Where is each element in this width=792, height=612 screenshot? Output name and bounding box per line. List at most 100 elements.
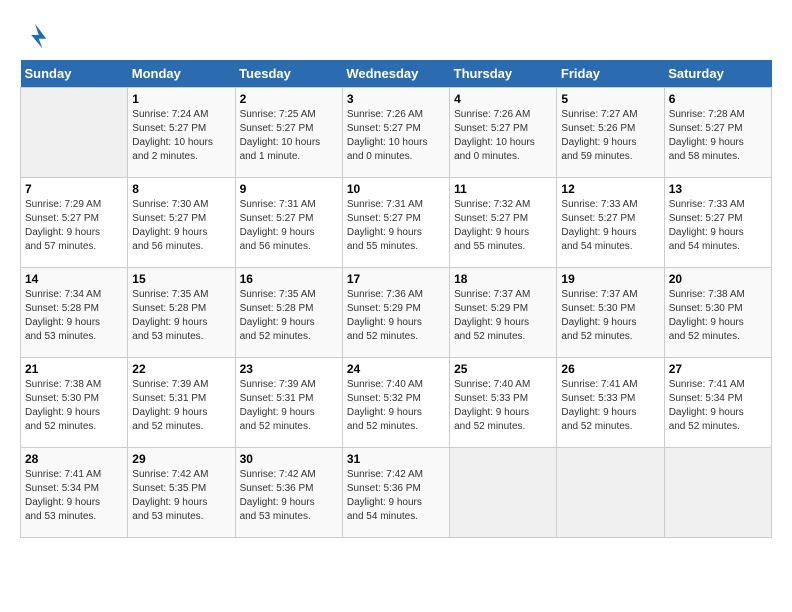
- weekday-header: Friday: [557, 60, 664, 88]
- day-info: Sunrise: 7:27 AM Sunset: 5:26 PM Dayligh…: [561, 108, 659, 164]
- day-info: Sunrise: 7:37 AM Sunset: 5:30 PM Dayligh…: [561, 288, 659, 344]
- day-number: 30: [240, 452, 338, 466]
- day-info: Sunrise: 7:40 AM Sunset: 5:33 PM Dayligh…: [454, 378, 552, 434]
- day-number: 22: [132, 362, 230, 376]
- calendar-week-row: 21 Sunrise: 7:38 AM Sunset: 5:30 PM Dayli…: [21, 358, 772, 448]
- day-info: Sunrise: 7:42 AM Sunset: 5:36 PM Dayligh…: [240, 468, 338, 524]
- day-info: Sunrise: 7:41 AM Sunset: 5:34 PM Dayligh…: [25, 468, 123, 524]
- day-number: 8: [132, 182, 230, 196]
- day-info: Sunrise: 7:31 AM Sunset: 5:27 PM Dayligh…: [347, 198, 445, 254]
- calendar-cell: 2Sunrise: 7:25 AM Sunset: 5:27 PM Daylig…: [235, 88, 342, 178]
- calendar-cell: 11 Sunrise: 7:32 AM Sunset: 5:27 PM Dayli…: [450, 178, 557, 268]
- day-number: 26: [561, 362, 659, 376]
- day-info: Sunrise: 7:39 AM Sunset: 5:31 PM Dayligh…: [132, 378, 230, 434]
- calendar-cell: 31 Sunrise: 7:42 AM Sunset: 5:36 PM Dayli…: [342, 448, 449, 538]
- day-info: Sunrise: 7:42 AM Sunset: 5:35 PM Dayligh…: [132, 468, 230, 524]
- weekday-header: Wednesday: [342, 60, 449, 88]
- day-info: Sunrise: 7:38 AM Sunset: 5:30 PM Dayligh…: [669, 288, 767, 344]
- day-info: Sunrise: 7:36 AM Sunset: 5:29 PM Dayligh…: [347, 288, 445, 344]
- calendar-cell: 27 Sunrise: 7:41 AM Sunset: 5:34 PM Dayli…: [664, 358, 771, 448]
- day-info: Sunrise: 7:41 AM Sunset: 5:34 PM Dayligh…: [669, 378, 767, 434]
- day-info: Sunrise: 7:35 AM Sunset: 5:28 PM Dayligh…: [132, 288, 230, 344]
- day-number: 18: [454, 272, 552, 286]
- day-number: 29: [132, 452, 230, 466]
- calendar-week-row: 28 Sunrise: 7:41 AM Sunset: 5:34 PM Dayli…: [21, 448, 772, 538]
- calendar-cell: 4 Sunrise: 7:26 AM Sunset: 5:27 PM Daylig…: [450, 88, 557, 178]
- day-number: 12: [561, 182, 659, 196]
- calendar-cell: 6Sunrise: 7:28 AM Sunset: 5:27 PM Daylig…: [664, 88, 771, 178]
- weekday-header: Monday: [128, 60, 235, 88]
- day-info: Sunrise: 7:38 AM Sunset: 5:30 PM Dayligh…: [25, 378, 123, 434]
- day-info: Sunrise: 7:34 AM Sunset: 5:28 PM Dayligh…: [25, 288, 123, 344]
- calendar-cell: 12 Sunrise: 7:33 AM Sunset: 5:27 PM Dayli…: [557, 178, 664, 268]
- day-number: 3: [347, 92, 445, 106]
- calendar-cell: [557, 448, 664, 538]
- day-number: 13: [669, 182, 767, 196]
- logo-icon: [20, 20, 50, 50]
- page-header: [20, 20, 772, 50]
- calendar-cell: 14 Sunrise: 7:34 AM Sunset: 5:28 PM Dayli…: [21, 268, 128, 358]
- day-info: Sunrise: 7:37 AM Sunset: 5:29 PM Dayligh…: [454, 288, 552, 344]
- calendar-week-row: 14 Sunrise: 7:34 AM Sunset: 5:28 PM Dayli…: [21, 268, 772, 358]
- calendar-cell: 29 Sunrise: 7:42 AM Sunset: 5:35 PM Dayli…: [128, 448, 235, 538]
- day-number: 14: [25, 272, 123, 286]
- day-number: 20: [669, 272, 767, 286]
- day-info: Sunrise: 7:26 AM Sunset: 5:27 PM Dayligh…: [347, 108, 445, 164]
- calendar-cell: 3 Sunrise: 7:26 AM Sunset: 5:27 PM Daylig…: [342, 88, 449, 178]
- day-number: 31: [347, 452, 445, 466]
- day-info: Sunrise: 7:42 AM Sunset: 5:36 PM Dayligh…: [347, 468, 445, 524]
- calendar-cell: 24Sunrise: 7:40 AM Sunset: 5:32 PM Dayli…: [342, 358, 449, 448]
- day-info: Sunrise: 7:41 AM Sunset: 5:33 PM Dayligh…: [561, 378, 659, 434]
- day-number: 27: [669, 362, 767, 376]
- day-info: Sunrise: 7:39 AM Sunset: 5:31 PM Dayligh…: [240, 378, 338, 434]
- day-number: 11: [454, 182, 552, 196]
- day-number: 2: [240, 92, 338, 106]
- calendar-header-row: SundayMondayTuesdayWednesdayThursdayFrid…: [21, 60, 772, 88]
- calendar-cell: 16 Sunrise: 7:35 AM Sunset: 5:28 PM Dayli…: [235, 268, 342, 358]
- calendar-cell: 28 Sunrise: 7:41 AM Sunset: 5:34 PM Dayli…: [21, 448, 128, 538]
- logo: [20, 20, 54, 50]
- day-info: Sunrise: 7:40 AM Sunset: 5:32 PM Dayligh…: [347, 378, 445, 434]
- calendar-cell: 23Sunrise: 7:39 AM Sunset: 5:31 PM Dayli…: [235, 358, 342, 448]
- calendar-cell: 17 Sunrise: 7:36 AM Sunset: 5:29 PM Dayli…: [342, 268, 449, 358]
- calendar-cell: 26 Sunrise: 7:41 AM Sunset: 5:33 PM Dayli…: [557, 358, 664, 448]
- day-number: 4: [454, 92, 552, 106]
- day-info: Sunrise: 7:31 AM Sunset: 5:27 PM Dayligh…: [240, 198, 338, 254]
- day-info: Sunrise: 7:33 AM Sunset: 5:27 PM Dayligh…: [669, 198, 767, 254]
- calendar-cell: 20 Sunrise: 7:38 AM Sunset: 5:30 PM Dayli…: [664, 268, 771, 358]
- day-info: Sunrise: 7:26 AM Sunset: 5:27 PM Dayligh…: [454, 108, 552, 164]
- calendar-cell: 7 Sunrise: 7:29 AM Sunset: 5:27 PM Daylig…: [21, 178, 128, 268]
- day-number: 6: [669, 92, 767, 106]
- day-info: Sunrise: 7:35 AM Sunset: 5:28 PM Dayligh…: [240, 288, 338, 344]
- calendar-cell: 13 Sunrise: 7:33 AM Sunset: 5:27 PM Dayli…: [664, 178, 771, 268]
- calendar-cell: 9 Sunrise: 7:31 AM Sunset: 5:27 PM Daylig…: [235, 178, 342, 268]
- calendar-cell: 10Sunrise: 7:31 AM Sunset: 5:27 PM Dayli…: [342, 178, 449, 268]
- calendar-table: SundayMondayTuesdayWednesdayThursdayFrid…: [20, 60, 772, 538]
- calendar-cell: [664, 448, 771, 538]
- day-number: 1: [132, 92, 230, 106]
- day-number: 7: [25, 182, 123, 196]
- calendar-cell: 1Sunrise: 7:24 AM Sunset: 5:27 PM Daylig…: [128, 88, 235, 178]
- calendar-cell: 25Sunrise: 7:40 AM Sunset: 5:33 PM Dayli…: [450, 358, 557, 448]
- weekday-header: Tuesday: [235, 60, 342, 88]
- day-number: 21: [25, 362, 123, 376]
- day-number: 28: [25, 452, 123, 466]
- calendar-cell: 8 Sunrise: 7:30 AM Sunset: 5:27 PM Daylig…: [128, 178, 235, 268]
- day-number: 16: [240, 272, 338, 286]
- calendar-cell: 18 Sunrise: 7:37 AM Sunset: 5:29 PM Dayli…: [450, 268, 557, 358]
- weekday-header: Sunday: [21, 60, 128, 88]
- calendar-cell: 22 Sunrise: 7:39 AM Sunset: 5:31 PM Dayli…: [128, 358, 235, 448]
- calendar-cell: [21, 88, 128, 178]
- day-info: Sunrise: 7:30 AM Sunset: 5:27 PM Dayligh…: [132, 198, 230, 254]
- day-number: 19: [561, 272, 659, 286]
- day-info: Sunrise: 7:29 AM Sunset: 5:27 PM Dayligh…: [25, 198, 123, 254]
- day-info: Sunrise: 7:32 AM Sunset: 5:27 PM Dayligh…: [454, 198, 552, 254]
- day-number: 17: [347, 272, 445, 286]
- calendar-cell: 30 Sunrise: 7:42 AM Sunset: 5:36 PM Dayli…: [235, 448, 342, 538]
- weekday-header: Saturday: [664, 60, 771, 88]
- calendar-cell: [450, 448, 557, 538]
- day-number: 5: [561, 92, 659, 106]
- day-number: 15: [132, 272, 230, 286]
- day-info: Sunrise: 7:33 AM Sunset: 5:27 PM Dayligh…: [561, 198, 659, 254]
- day-number: 9: [240, 182, 338, 196]
